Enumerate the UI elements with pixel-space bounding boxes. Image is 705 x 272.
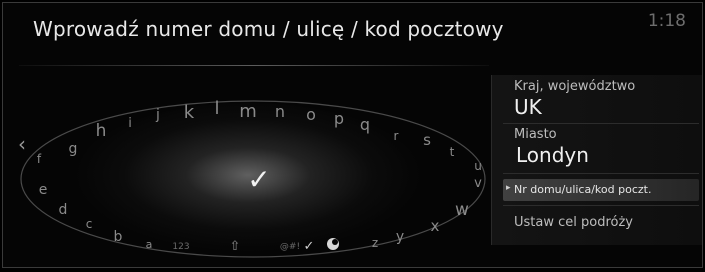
letter-key-i[interactable]: i	[128, 116, 132, 131]
letter-key-c[interactable]: c	[86, 217, 93, 231]
letter-key-f[interactable]: f	[37, 152, 42, 166]
letter-key-u[interactable]: u	[474, 159, 482, 173]
letter-key-z[interactable]: z	[372, 236, 378, 250]
letter-key-a[interactable]: a	[146, 238, 153, 251]
letter-key-y[interactable]: y	[396, 229, 404, 245]
letter-key-g[interactable]: g	[69, 141, 78, 157]
letter-key-o[interactable]: o	[306, 105, 316, 124]
check-icon[interactable]: ✓	[247, 163, 270, 196]
country-label: Kraj, województwo	[514, 79, 636, 94]
letter-key-e[interactable]: e	[39, 182, 48, 198]
letter-key-b[interactable]: b	[114, 229, 123, 245]
nav-screen: Wprowadź numer domu / ulicę / kod poczto…	[2, 2, 703, 268]
letter-key-k[interactable]: k	[184, 102, 195, 123]
divider	[503, 173, 699, 174]
shift-key[interactable]: ⇧	[230, 239, 241, 254]
letter-key-d[interactable]: d	[59, 202, 68, 218]
letter-key-q[interactable]: q	[360, 115, 370, 134]
set-destination-button[interactable]: Ustaw cel podróży	[514, 215, 633, 230]
letter-key-t[interactable]: t	[450, 145, 455, 159]
letter-key-s[interactable]: s	[423, 131, 431, 149]
letter-key-n[interactable]: n	[275, 102, 285, 121]
divider	[503, 205, 699, 206]
letter-key-r[interactable]: r	[394, 129, 399, 143]
city-value[interactable]: Londyn	[516, 143, 589, 167]
symbols-key[interactable]: @#!	[280, 242, 300, 252]
backspace-icon[interactable]	[327, 238, 339, 250]
letter-key-l[interactable]: l	[214, 98, 219, 119]
left-arrow-icon[interactable]: ‹	[18, 132, 26, 156]
house-street-postcode-label: Nr domu/ulica/kod poczt.	[514, 183, 652, 196]
letter-key-x[interactable]: x	[431, 217, 440, 235]
letter-key-m[interactable]: m	[239, 101, 257, 122]
city-label: Miasto	[514, 127, 557, 142]
check-small-key[interactable]: ✓	[304, 239, 315, 254]
letter-key-v[interactable]: v	[474, 176, 482, 191]
country-value[interactable]: UK	[514, 95, 542, 119]
numbers-key[interactable]: 123	[172, 242, 189, 252]
selection-arrow-icon: ▸	[506, 183, 511, 193]
divider	[503, 123, 699, 124]
letter-key-p[interactable]: p	[334, 109, 344, 128]
letter-key-h[interactable]: h	[96, 121, 107, 141]
letter-key-w[interactable]: w	[455, 200, 469, 220]
letter-key-j[interactable]: j	[155, 107, 160, 123]
